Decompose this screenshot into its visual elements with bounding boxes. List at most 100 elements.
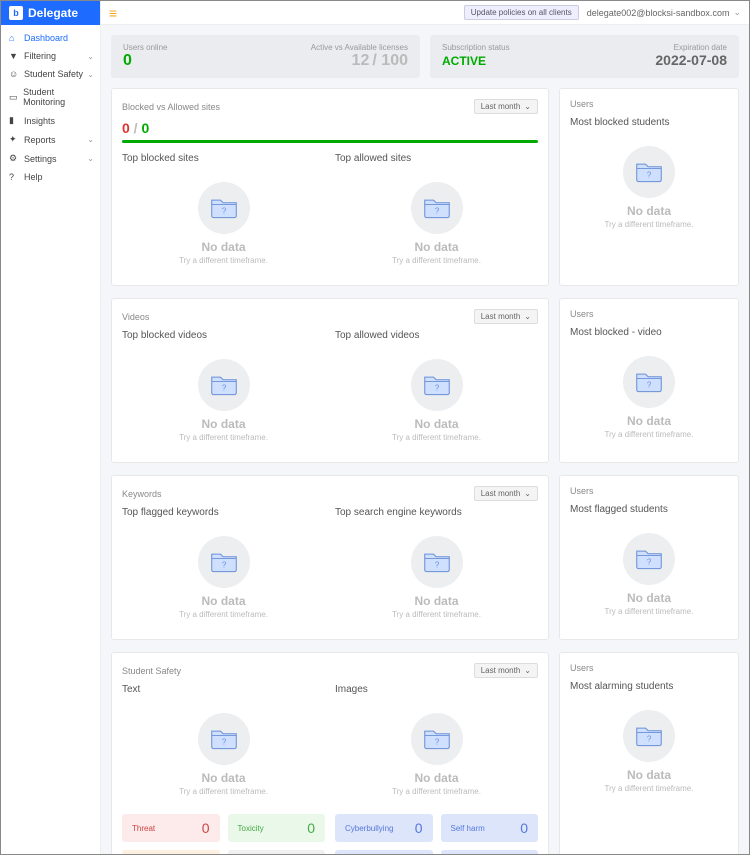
folder-icon: ? <box>411 713 463 765</box>
safety-text-pills: Threat0 Cyberbullying0 Toxicity0 Self harm0 <box>122 814 325 854</box>
nav-label: Filtering <box>24 51 56 61</box>
top-flagged-keywords-title: Top flagged keywords <box>122 507 325 518</box>
svg-text:?: ? <box>647 557 652 566</box>
pill-adult[interactable]: Adult0 <box>441 850 539 854</box>
no-data: ? No data Try a different timeframe. <box>335 703 538 806</box>
no-data-title: No data <box>122 771 325 785</box>
no-data-title: No data <box>570 768 728 782</box>
licenses-active: 12 <box>352 52 370 69</box>
no-data-sub: Try a different timeframe. <box>335 787 538 796</box>
folder-icon: ? <box>411 182 463 234</box>
most-alarming-students-title: Most alarming students <box>570 681 728 692</box>
keywords-timeframe-dropdown[interactable]: Last month⌄ <box>474 486 538 501</box>
keywords-users-panel: Users Most flagged students ?No dataTry … <box>559 475 739 640</box>
pill-value: 0 <box>415 820 423 836</box>
folder-icon: ? <box>198 182 250 234</box>
pill-self-harm[interactable]: Self harm0 <box>441 814 539 842</box>
nav-icon: ▮ <box>9 115 19 126</box>
nav-label: Student Safety <box>24 69 83 79</box>
no-data-sub: Try a different timeframe. <box>570 220 728 229</box>
no-data-title: No data <box>335 594 538 608</box>
no-data-sub: Try a different timeframe. <box>570 430 728 439</box>
pill-cyberbullying[interactable]: Cyberbullying0 <box>122 850 220 854</box>
svg-text:?: ? <box>221 560 226 569</box>
videos-panel: Videos Last month⌄ Top blocked videos?No… <box>111 298 549 463</box>
no-data-sub: Try a different timeframe. <box>122 433 325 442</box>
svg-text:?: ? <box>647 380 652 389</box>
nav-item-reports[interactable]: ✦Reports⌄ <box>1 130 100 149</box>
nav-item-settings[interactable]: ⚙Settings⌄ <box>1 149 100 168</box>
no-data: ?No dataTry a different timeframe. <box>122 526 325 629</box>
chevron-down-icon: ⌄ <box>87 70 94 79</box>
folder-icon: ? <box>623 356 675 408</box>
nav-item-student-safety[interactable]: ☺ Student Safety ⌄ <box>1 65 100 83</box>
sites-title: Blocked vs Allowed sites <box>122 102 220 112</box>
topbar: ≡ Update policies on all clients delegat… <box>101 1 749 25</box>
nav-icon: ☺ <box>9 69 19 79</box>
safety-timeframe-dropdown[interactable]: Last month⌄ <box>474 663 538 678</box>
sites-progress-bar <box>122 140 538 143</box>
folder-icon: ? <box>623 533 675 585</box>
pill-threat[interactable]: Threat0 <box>122 814 220 842</box>
nav-item-help[interactable]: ? Help <box>1 168 100 186</box>
folder-icon: ? <box>198 713 250 765</box>
nav-item-dashboard[interactable]: ⌂Dashboard <box>1 29 100 47</box>
chevron-down-icon: ⌄ <box>524 489 531 498</box>
expiration-date: 2022-07-08 <box>655 52 727 68</box>
content: Users online Active vs Available license… <box>101 25 749 854</box>
sites-counter: 0 / 0 <box>122 120 538 136</box>
no-data-title: No data <box>570 204 728 218</box>
pill-cyberbullying[interactable]: Cyberbullying0 <box>335 814 433 842</box>
no-data: ?No dataTry a different timeframe. <box>122 349 325 452</box>
nav-item-insights[interactable]: ▮Insights <box>1 111 100 130</box>
no-data-title: No data <box>570 414 728 428</box>
pill-label: Self harm <box>451 824 485 833</box>
folder-icon: ? <box>411 536 463 588</box>
no-data-sub: Try a different timeframe. <box>570 784 728 793</box>
no-data: ? No data Try a different timeframe. <box>570 136 728 239</box>
chevron-down-icon: ⌄ <box>87 52 94 61</box>
pill-threat[interactable]: Threat0 <box>335 850 433 854</box>
svg-text:?: ? <box>434 737 439 746</box>
user-menu[interactable]: delegate002@blocksi-sandbox.com ⌄ <box>587 7 741 18</box>
menu-toggle-icon[interactable]: ≡ <box>109 5 117 21</box>
no-data-title: No data <box>570 591 728 605</box>
top-allowed-videos-title: Top allowed videos <box>335 330 538 341</box>
student-safety-title: Student Safety <box>122 666 181 676</box>
most-flagged-students-title: Most flagged students <box>570 504 728 515</box>
pill-value: 0 <box>307 820 315 836</box>
nav-label: Dashboard <box>24 33 68 43</box>
users-online-card: Users online Active vs Available license… <box>111 35 420 78</box>
videos-timeframe-dropdown[interactable]: Last month⌄ <box>474 309 538 324</box>
no-data-sub: Try a different timeframe. <box>570 607 728 616</box>
top-blocked-sites-title: Top blocked sites <box>122 153 325 164</box>
chevron-down-icon: ⌄ <box>87 135 94 144</box>
users-online-label: Users online <box>123 43 167 52</box>
no-data-title: No data <box>335 771 538 785</box>
chevron-down-icon: ⌄ <box>87 154 94 163</box>
nav-list: ⌂Dashboard▼Filtering⌄☺Student Safety⌄▭St… <box>1 25 100 190</box>
pill-self-harm[interactable]: Self harm0 <box>228 850 326 854</box>
pill-toxicity[interactable]: Toxicity0 <box>228 814 326 842</box>
no-data: ?No dataTry a different timeframe. <box>570 700 728 803</box>
sites-timeframe-dropdown[interactable]: Last month⌄ <box>474 99 538 114</box>
top-search-keywords-title: Top search engine keywords <box>335 507 538 518</box>
student-safety-panel: Student Safety Last month⌄ Text ?No data… <box>111 652 549 854</box>
nav-label: Help <box>24 172 43 182</box>
update-policies-button[interactable]: Update policies on all clients <box>464 5 579 20</box>
no-data-sub: Try a different timeframe. <box>122 610 325 619</box>
nav-icon: ? <box>9 172 19 182</box>
folder-icon: ? <box>198 359 250 411</box>
nav-item-student-monitoring[interactable]: ▭Student Monitoring <box>1 83 100 111</box>
nav-icon: ▭ <box>9 92 18 103</box>
brand-text: Delegate <box>28 6 78 20</box>
subscription-status: ACTIVE <box>442 54 486 68</box>
svg-text:?: ? <box>434 560 439 569</box>
nav-icon: ⚙ <box>9 153 19 164</box>
svg-text:?: ? <box>434 206 439 215</box>
folder-icon: ? <box>623 146 675 198</box>
brand-logo[interactable]: b Delegate <box>1 1 100 25</box>
safety-images-title: Images <box>335 684 538 695</box>
safety-users-panel: Users Most alarming students ?No dataTry… <box>559 652 739 854</box>
nav-item-filtering[interactable]: ▼Filtering⌄ <box>1 47 100 65</box>
